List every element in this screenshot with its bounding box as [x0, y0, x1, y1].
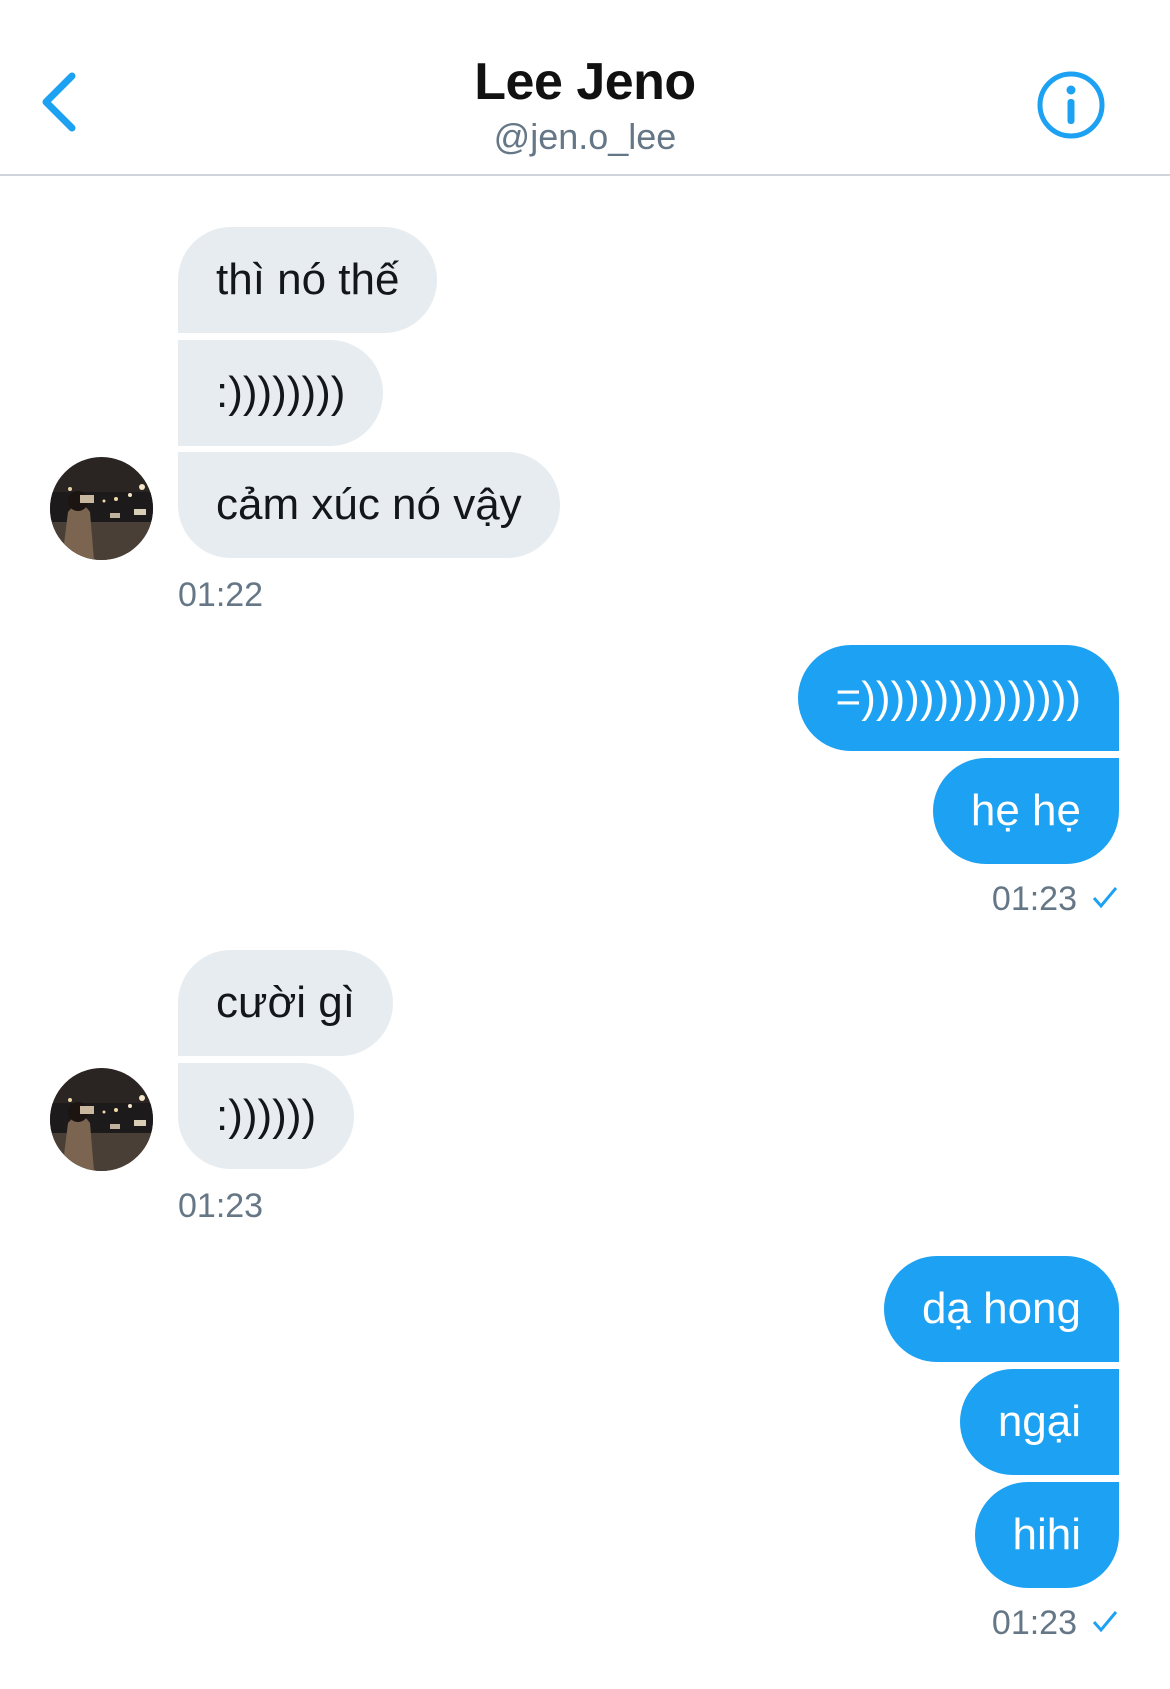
conversation-title[interactable]: Lee Jeno	[0, 52, 1170, 112]
info-button[interactable]	[1036, 70, 1106, 140]
avatar-photo	[50, 457, 153, 560]
incoming-message[interactable]: :))))))	[178, 1063, 355, 1169]
incoming-message[interactable]: :))))))))	[178, 340, 384, 446]
outgoing-message[interactable]: dạ hong	[883, 1256, 1119, 1362]
outgoing-message[interactable]: hihi	[974, 1482, 1119, 1588]
info-icon	[1037, 71, 1105, 139]
message-timestamp: 01:23	[991, 880, 1077, 918]
avatar[interactable]	[50, 457, 153, 560]
conversation-handle: @jen.o_lee	[493, 116, 677, 157]
message-status: 01:23	[992, 1604, 1119, 1643]
avatar-photo	[50, 1068, 153, 1171]
message-timestamp: 01:22	[178, 576, 264, 614]
message-timestamp: 01:23	[178, 1187, 264, 1225]
incoming-message[interactable]: cảm xúc nó vậy	[178, 452, 560, 558]
check-icon	[1091, 1607, 1119, 1641]
incoming-message[interactable]: thì nó thế	[178, 227, 438, 333]
conversation-header: Lee Jeno @jen.o_lee	[0, 0, 1170, 176]
avatar[interactable]	[50, 1068, 153, 1171]
outgoing-message[interactable]: hẹ hẹ	[932, 758, 1119, 864]
outgoing-message[interactable]: ngại	[959, 1369, 1119, 1475]
incoming-message[interactable]: cười gì	[178, 950, 394, 1056]
message-timestamp: 01:23	[991, 1604, 1077, 1642]
message-status: 01:23	[992, 880, 1119, 919]
outgoing-message[interactable]: =)))))))))))))))	[797, 645, 1119, 751]
check-icon	[1091, 883, 1119, 917]
